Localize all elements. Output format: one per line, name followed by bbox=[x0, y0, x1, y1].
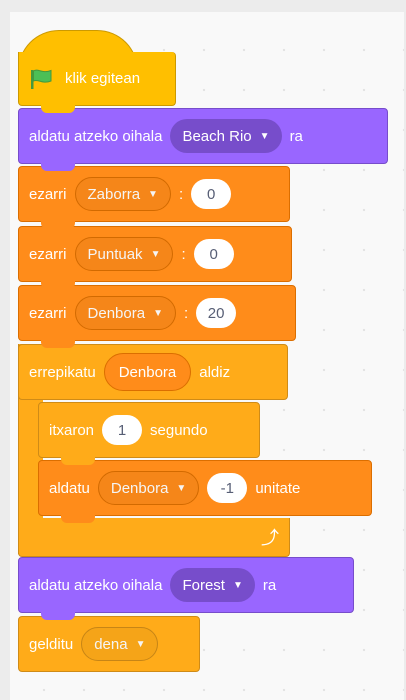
change-label: aldatu bbox=[49, 479, 90, 497]
wait-label: itxaron bbox=[49, 421, 95, 439]
separator: : bbox=[178, 185, 184, 203]
variable-value: Denbora bbox=[110, 479, 169, 497]
stop-label: gelditu bbox=[29, 635, 74, 653]
repeat-block[interactable]: errepikatu Denbora aldiz bbox=[18, 344, 288, 400]
change-suffix: unitate bbox=[255, 479, 301, 497]
dropdown-arrow-icon: ▼ bbox=[153, 307, 163, 319]
seconds-input[interactable]: 1 bbox=[102, 415, 143, 445]
stop-block[interactable]: gelditu dena ▼ bbox=[18, 616, 200, 672]
switch-backdrop-block[interactable]: aldatu atzeko oihala Beach Rio ▼ ra bbox=[18, 108, 388, 171]
change-value-input[interactable]: -1 bbox=[207, 473, 248, 503]
dropdown-arrow-icon: ▼ bbox=[148, 188, 158, 200]
value-input[interactable]: 0 bbox=[191, 179, 232, 209]
variable-value: Denbora bbox=[87, 304, 146, 322]
stop-dropdown[interactable]: dena ▼ bbox=[81, 627, 159, 661]
set-label: ezarri bbox=[29, 245, 67, 263]
when-flag-clicked-block[interactable]: klik egitean bbox=[18, 52, 176, 113]
repeat-suffix: aldiz bbox=[199, 363, 231, 381]
event-label: klik egitean bbox=[65, 70, 141, 87]
green-flag-icon bbox=[31, 69, 52, 89]
backdrop-suffix: ra bbox=[289, 127, 303, 145]
separator: : bbox=[181, 245, 186, 263]
wait-block[interactable]: itxaron 1 segundo bbox=[38, 402, 260, 465]
value-input[interactable]: 20 bbox=[196, 298, 237, 328]
set-variable-block-zaborra[interactable]: ezarri Zaborra ▼ : 0 bbox=[18, 166, 290, 229]
stop-value: dena bbox=[94, 635, 128, 653]
backdrop-label: aldatu atzeko oihala bbox=[29, 576, 163, 594]
variable-value: Puntuak bbox=[87, 245, 143, 263]
dropdown-arrow-icon: ▼ bbox=[135, 638, 146, 650]
set-label: ezarri bbox=[29, 304, 67, 322]
variable-dropdown[interactable]: Zaborra ▼ bbox=[74, 177, 171, 211]
repeat-label: errepikatu bbox=[29, 363, 96, 381]
change-variable-block[interactable]: aldatu Denbora ▼ -1 unitate bbox=[38, 460, 372, 523]
variable-dropdown[interactable]: Puntuak ▼ bbox=[74, 237, 174, 271]
wait-suffix: segundo bbox=[150, 421, 208, 439]
value-input[interactable]: 0 bbox=[193, 239, 234, 269]
variable-dropdown[interactable]: Denbora ▼ bbox=[74, 296, 176, 330]
backdrop-suffix: ra bbox=[262, 576, 277, 594]
variable-value: Zaborra bbox=[87, 185, 141, 203]
set-variable-block-puntuak[interactable]: ezarri Puntuak ▼ : 0 bbox=[18, 226, 292, 289]
dropdown-arrow-icon: ▼ bbox=[232, 579, 243, 591]
backdrop-dropdown[interactable]: Forest ▼ bbox=[170, 568, 255, 602]
switch-backdrop-block-2[interactable]: aldatu atzeko oihala Forest ▼ ra bbox=[18, 557, 354, 620]
dropdown-arrow-icon: ▼ bbox=[176, 482, 187, 494]
set-label: ezarri bbox=[29, 185, 67, 203]
backdrop-value: Forest bbox=[182, 576, 225, 594]
repeat-block-foot[interactable]: ⤴ bbox=[18, 518, 290, 557]
separator: : bbox=[183, 304, 189, 322]
loop-arrow-icon: ⤴ bbox=[261, 528, 279, 548]
backdrop-value: Beach Rio bbox=[182, 127, 252, 145]
variable-reporter[interactable]: Denbora bbox=[103, 353, 192, 391]
dropdown-arrow-icon: ▼ bbox=[150, 248, 161, 260]
variable-dropdown[interactable]: Denbora ▼ bbox=[97, 471, 200, 505]
backdrop-label: aldatu atzeko oihala bbox=[29, 127, 163, 145]
backdrop-dropdown[interactable]: Beach Rio ▼ bbox=[170, 119, 282, 153]
dropdown-arrow-icon: ▼ bbox=[259, 130, 270, 142]
set-variable-block-denbora[interactable]: ezarri Denbora ▼ : 20 bbox=[18, 285, 296, 348]
